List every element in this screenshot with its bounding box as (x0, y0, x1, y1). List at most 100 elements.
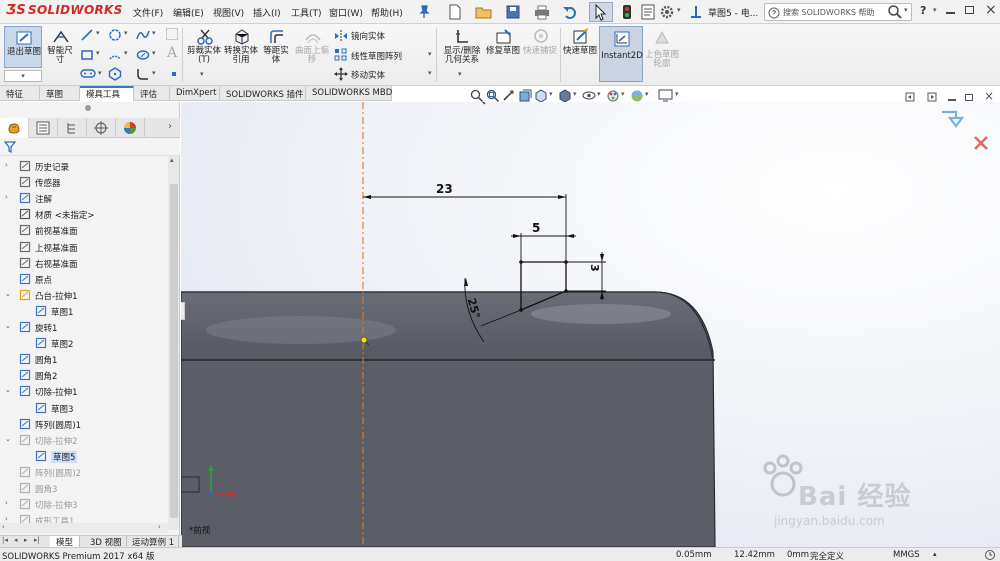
fillet-dropdown-icon[interactable]: ▾ (152, 69, 156, 77)
tab-prev-icon[interactable]: ◂ (14, 536, 18, 544)
feature-manager-tab[interactable] (0, 118, 29, 138)
display-manager-tab[interactable] (116, 118, 145, 138)
scroll-right-icon[interactable]: › (158, 523, 161, 531)
tree-item[interactable]: 传感器 (0, 175, 168, 190)
menu-tools[interactable]: 工具(T) (291, 6, 322, 19)
linear-pattern-icon[interactable] (334, 48, 348, 62)
text-tool-icon[interactable]: A (167, 45, 177, 61)
rectangle-tool-icon[interactable] (80, 48, 94, 62)
linear-pattern-dropdown-icon[interactable]: ▾ (428, 50, 432, 58)
tree-item[interactable]: 圆角3 (0, 481, 168, 496)
apply-scene-icon[interactable] (630, 89, 644, 102)
exit-sketch-button[interactable]: 退出草图 (4, 26, 42, 68)
circle-dropdown-icon[interactable]: ▾ (124, 29, 128, 37)
minimize-icon[interactable] (946, 12, 955, 14)
tree-horizontal-scrollbar[interactable]: ‹ › (0, 523, 168, 533)
unit-system-dropdown-icon[interactable]: ▴ (933, 550, 937, 558)
tree-item[interactable]: 圆角1 (0, 352, 168, 367)
edit-appearance-dropdown-icon[interactable]: ▾ (621, 90, 625, 98)
tab-solidworks-addins[interactable]: SOLIDWORKS 插件 (220, 86, 306, 101)
spline-tool-icon[interactable] (136, 28, 150, 42)
tree-item[interactable]: 草图3 (0, 401, 168, 416)
help-question-icon[interactable]: ? (920, 4, 926, 17)
surface-offset-button[interactable]: 曲面上偏移 (294, 26, 330, 82)
dimxpert-manager-tab[interactable] (87, 118, 116, 138)
spline-dropdown-icon[interactable]: ▾ (152, 29, 156, 37)
zoom-area-icon[interactable] (486, 89, 500, 102)
dim-3-label[interactable]: 3 (588, 264, 601, 272)
resize-grip-icon[interactable] (984, 549, 996, 561)
tree-item[interactable]: 阵列(圆周)1 (0, 417, 168, 432)
tree-item[interactable]: 材质 <未指定> (0, 207, 168, 222)
display-delete-relations-button[interactable]: 显示/删除几何关系 ▾ (440, 26, 484, 82)
tree-collapse-icon[interactable]: ⌄ (5, 435, 11, 443)
tree-item[interactable]: › 切除-拉伸3 (0, 497, 168, 512)
help-search-input[interactable]: 搜索 SOLIDWORKS 帮助 (783, 7, 875, 18)
panel-collapse-handle[interactable] (181, 302, 185, 320)
view-orientation-icon[interactable] (534, 89, 548, 102)
tree-filter-bar[interactable] (0, 138, 180, 156)
tab-mold-tools[interactable]: 模具工具 (80, 86, 134, 101)
help-dropdown-icon[interactable]: ▾ (933, 6, 937, 14)
save-icon[interactable] (505, 4, 521, 20)
offset-entities-button[interactable]: 等距实体 (260, 26, 292, 82)
tree-collapse-icon[interactable]: ⌄ (5, 290, 11, 298)
slot-tool-icon[interactable] (80, 67, 96, 79)
undo-icon[interactable] (562, 4, 578, 20)
ellipse-dropdown-icon[interactable]: ▾ (152, 49, 156, 57)
menu-window[interactable]: 窗口(W) (329, 6, 363, 19)
scroll-up-icon[interactable]: ▴ (170, 156, 174, 164)
traffic-light-icon[interactable] (622, 4, 632, 20)
dim-5-label[interactable]: 5 (532, 221, 540, 235)
repair-sketch-button[interactable]: 修复草图 (486, 26, 520, 82)
file-properties-icon[interactable] (640, 4, 656, 20)
tab-solidworks-mbd[interactable]: SOLIDWORKS MBD (306, 86, 392, 101)
dim-23-label[interactable]: 23 (436, 182, 453, 196)
menu-insert[interactable]: 插入(I) (253, 6, 281, 19)
tab-last-icon[interactable]: ▸| (34, 536, 40, 544)
tree-expand-icon[interactable]: › (5, 161, 8, 169)
cancel-sketch-icon[interactable] (972, 134, 990, 152)
section-view-icon[interactable] (518, 89, 532, 102)
hide-show-dropdown-icon[interactable]: ▾ (597, 90, 601, 98)
viewport-minimize-icon[interactable] (948, 99, 956, 101)
instant2d-button[interactable]: Instant2D (599, 26, 643, 82)
mirror-entities-icon[interactable] (334, 29, 348, 43)
mirror-label[interactable]: 镜向实体 (351, 30, 385, 42)
tree-item[interactable]: ⌄ 切除-拉伸1 (0, 384, 168, 399)
arc-dropdown-icon[interactable]: ▾ (124, 49, 128, 57)
tree-item[interactable]: 右视基准面 (0, 256, 168, 271)
select-tool-button[interactable] (589, 2, 613, 22)
linear-pattern-label[interactable]: 线性草图阵列 (351, 50, 402, 62)
viewport-close-icon[interactable]: × (984, 89, 994, 103)
polygon-tool-icon[interactable] (108, 67, 122, 81)
edit-appearance-icon[interactable] (606, 89, 620, 102)
tab-features[interactable]: 特征 (0, 86, 40, 101)
panel-handle-icon[interactable] (85, 105, 91, 111)
rapid-sketch-button[interactable]: 快速草图 (563, 26, 597, 82)
options-dropdown-icon[interactable]: ▾ (677, 6, 681, 14)
previous-view-icon[interactable] (502, 89, 516, 102)
tree-item[interactable]: 前视基准面 (0, 223, 168, 238)
fillet-sketch-icon[interactable] (136, 67, 150, 81)
restore-icon[interactable] (965, 6, 974, 14)
tree-expand-icon[interactable]: › (5, 193, 8, 201)
tree-item[interactable]: › 注解 (0, 191, 168, 206)
pin-icon[interactable] (418, 5, 430, 19)
tab-sketch[interactable]: 草图 (40, 86, 80, 101)
new-document-icon[interactable] (447, 4, 463, 20)
tree-collapse-icon[interactable]: ⌄ (5, 386, 11, 394)
tree-item[interactable]: › 历史记录 (0, 159, 168, 174)
open-folder-icon[interactable] (475, 4, 493, 20)
ellipse-tool-icon[interactable] (136, 48, 150, 62)
tree-item[interactable]: 草图1 (0, 304, 168, 319)
view-settings-dropdown-icon[interactable]: ▾ (675, 90, 679, 98)
apply-scene-dropdown-icon[interactable]: ▾ (645, 90, 649, 98)
rectangle-dropdown-icon[interactable]: ▾ (96, 49, 100, 57)
unit-system[interactable]: MMGS (893, 550, 920, 560)
tree-item[interactable]: ⌄ 旋转1 (0, 320, 168, 335)
scroll-left-icon[interactable]: ‹ (2, 523, 5, 531)
display-style-dropdown-icon[interactable]: ▾ (573, 90, 577, 98)
slot-dropdown-icon[interactable]: ▾ (98, 69, 102, 77)
line-dropdown-icon[interactable]: ▾ (96, 29, 100, 37)
